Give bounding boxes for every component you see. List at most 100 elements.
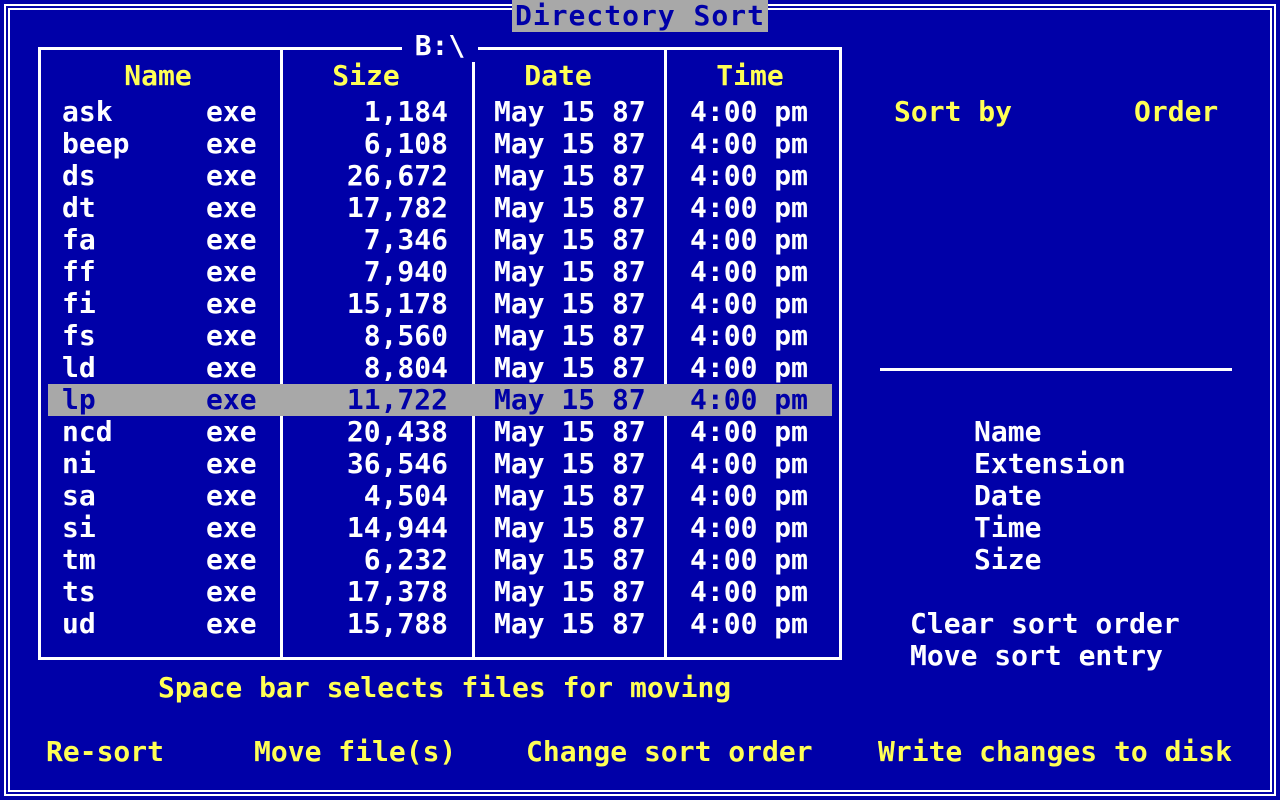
file-size: 17,782 (346, 191, 448, 224)
file-time: 4:00 pm (690, 383, 809, 416)
file-size: 20,438 (346, 415, 448, 448)
file-date: May 15 87 (494, 543, 646, 576)
file-name: ts (62, 575, 96, 608)
file-row[interactable]: ff exe 7,940 May 15 87 4:00 pm (0, 256, 1280, 288)
file-row-selected[interactable]: lp exe 11,722 May 15 87 4:00 pm (0, 384, 1280, 416)
resort-command[interactable]: Re-sort (46, 736, 164, 768)
file-time: 4:00 pm (690, 191, 809, 224)
file-date: May 15 87 (494, 319, 646, 352)
file-size: 7,346 (363, 223, 448, 256)
file-extension: exe (206, 255, 257, 288)
file-time: 4:00 pm (690, 479, 809, 512)
file-extension: exe (206, 351, 257, 384)
file-extension: exe (206, 287, 257, 320)
file-date: May 15 87 (494, 255, 646, 288)
file-size: 15,178 (346, 287, 448, 320)
file-row[interactable]: sa exe 4,504 May 15 87 4:00 pm (0, 480, 1280, 512)
file-time: 4:00 pm (690, 287, 809, 320)
sort-option-name[interactable]: Name (974, 416, 1041, 448)
window-title: Directory Sort (512, 0, 768, 32)
file-size: 26,672 (346, 159, 448, 192)
order-heading: Order (1134, 95, 1219, 128)
file-size: 8,560 (363, 319, 448, 352)
file-name: ff (62, 255, 96, 288)
file-extension: exe (206, 159, 257, 192)
file-extension: exe (206, 415, 257, 448)
file-row[interactable]: fa exe 7,346 May 15 87 4:00 pm (0, 224, 1280, 256)
file-time: 4:00 pm (690, 415, 809, 448)
file-extension: exe (206, 223, 257, 256)
clear-sort-order-option[interactable]: Clear sort order (910, 608, 1180, 640)
file-date: May 15 87 (494, 191, 646, 224)
file-row[interactable]: si exe 14,944 May 15 87 4:00 pm (0, 512, 1280, 544)
file-row[interactable]: fi exe 15,178 May 15 87 4:00 pm (0, 288, 1280, 320)
column-header-time[interactable]: Time (672, 60, 828, 92)
file-time: 4:00 pm (690, 351, 809, 384)
file-extension: exe (206, 383, 257, 416)
file-time: 4:00 pm (690, 447, 809, 480)
file-name: lp (62, 383, 96, 416)
file-date: May 15 87 (494, 351, 646, 384)
file-extension: exe (206, 479, 257, 512)
file-date: May 15 87 (494, 415, 646, 448)
file-name: fa (62, 223, 96, 256)
file-row[interactable]: ask exe 1,184 May 15 87 4:00 pm (0, 96, 1280, 128)
file-extension: exe (206, 575, 257, 608)
sort-option-time[interactable]: Time (974, 512, 1041, 544)
file-extension: exe (206, 319, 257, 352)
sort-panel-divider (880, 368, 1232, 371)
file-row[interactable]: ncd exe 20,438 May 15 87 4:00 pm (0, 416, 1280, 448)
file-row[interactable]: ts exe 17,378 May 15 87 4:00 pm (0, 576, 1280, 608)
change-sort-order-command[interactable]: Change sort order (526, 736, 813, 768)
file-extension: exe (206, 447, 257, 480)
file-date: May 15 87 (494, 159, 646, 192)
column-header-size[interactable]: Size (288, 60, 444, 92)
sort-option-size[interactable]: Size (974, 544, 1041, 576)
file-time: 4:00 pm (690, 95, 809, 128)
file-size: 17,378 (346, 575, 448, 608)
column-header-name[interactable]: Name (80, 60, 236, 92)
file-date: May 15 87 (494, 511, 646, 544)
file-row[interactable]: dt exe 17,782 May 15 87 4:00 pm (0, 192, 1280, 224)
file-date: May 15 87 (494, 287, 646, 320)
file-size: 6,232 (363, 543, 448, 576)
file-size: 8,804 (363, 351, 448, 384)
file-time: 4:00 pm (690, 319, 809, 352)
file-size: 36,546 (346, 447, 448, 480)
file-date: May 15 87 (494, 607, 646, 640)
file-size: 6,108 (363, 127, 448, 160)
file-name: ask (62, 95, 113, 128)
move-sort-entry-option[interactable]: Move sort entry (910, 640, 1163, 672)
file-name: ncd (62, 415, 113, 448)
file-size: 11,722 (346, 383, 448, 416)
file-row[interactable]: beep exe 6,108 May 15 87 4:00 pm (0, 128, 1280, 160)
file-time: 4:00 pm (690, 607, 809, 640)
sort-option-extension[interactable]: Extension (974, 448, 1126, 480)
file-extension: exe (206, 607, 257, 640)
file-name: si (62, 511, 96, 544)
file-row[interactable]: ds exe 26,672 May 15 87 4:00 pm (0, 160, 1280, 192)
column-header-date[interactable]: Date (480, 60, 636, 92)
file-time: 4:00 pm (690, 511, 809, 544)
file-name: fi (62, 287, 96, 320)
write-changes-command[interactable]: Write changes to disk (878, 736, 1232, 768)
file-extension: exe (206, 191, 257, 224)
file-name: ds (62, 159, 96, 192)
file-date: May 15 87 (494, 479, 646, 512)
file-date: May 15 87 (494, 447, 646, 480)
file-size: 4,504 (363, 479, 448, 512)
file-row[interactable]: tm exe 6,232 May 15 87 4:00 pm (0, 544, 1280, 576)
file-name: ud (62, 607, 96, 640)
move-files-command[interactable]: Move file(s) (254, 736, 456, 768)
file-name: dt (62, 191, 96, 224)
file-name: ni (62, 447, 96, 480)
file-name: sa (62, 479, 96, 512)
file-time: 4:00 pm (690, 223, 809, 256)
sort-option-date[interactable]: Date (974, 480, 1041, 512)
file-name: tm (62, 543, 96, 576)
file-size: 14,944 (346, 511, 448, 544)
file-name: beep (62, 127, 130, 160)
file-name: ld (62, 351, 96, 384)
file-row[interactable]: fs exe 8,560 May 15 87 4:00 pm (0, 320, 1280, 352)
file-date: May 15 87 (494, 127, 646, 160)
